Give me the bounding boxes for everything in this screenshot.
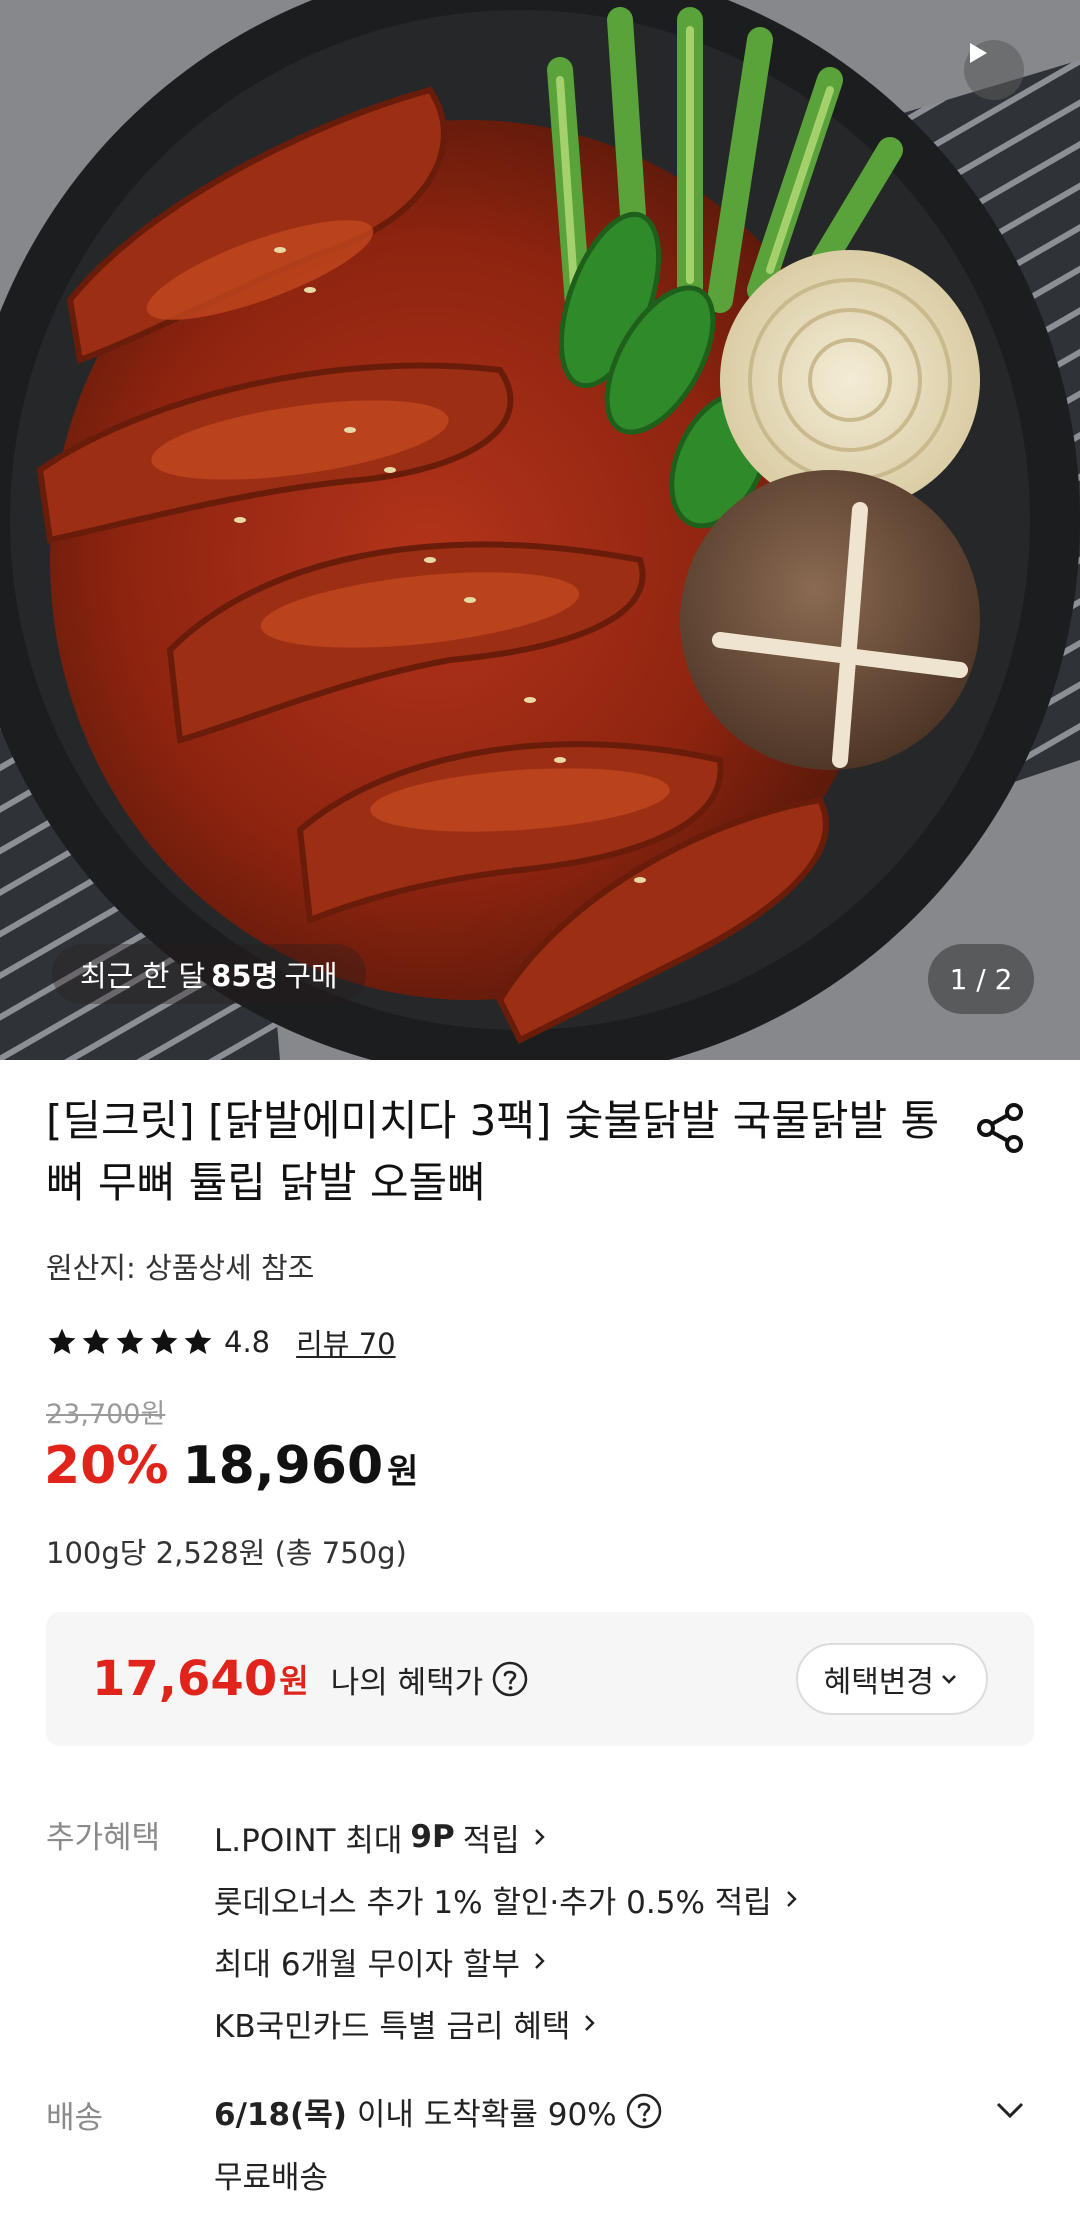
extra-benefits-label: 추가혜택 xyxy=(46,1820,161,1856)
star-icon xyxy=(116,1328,144,1354)
delivery-date: 6/18(목) xyxy=(214,2096,347,2133)
my-benefit-price-box: 17,640 원 나의 혜택가 혜택변경 xyxy=(46,1612,1034,1746)
chevron-right-icon xyxy=(585,2015,596,2031)
benefit-kb-card[interactable]: KB국민카드 특별 금리 혜택 xyxy=(214,1992,802,2054)
sale-price: 18,960 xyxy=(182,1436,384,1496)
share-icon xyxy=(977,1103,1023,1153)
product-title: [딜크릿] [닭발에미치다 3팩] 숯불닭발 국물닭발 통뼈 무뼈 튤립 닭발 … xyxy=(46,1096,940,1207)
chevron-right-icon xyxy=(534,1829,545,1845)
benefit-text: KB국민카드 특별 금리 혜택 xyxy=(214,2008,571,2045)
buyers-suffix: 구매 xyxy=(284,959,338,993)
unit-price: 100g당 2,528원 (총 750g) xyxy=(46,1536,407,1570)
food-photo xyxy=(0,0,1080,1060)
change-benefit-label: 혜택변경 xyxy=(823,1665,934,1700)
origin-info: 원산지: 상품상세 참조 xyxy=(46,1251,315,1285)
benefit-bold: 9P xyxy=(410,1819,455,1855)
image-page-indicator: 1 / 2 xyxy=(928,944,1034,1014)
recent-buyers-badge: 최근 한 달 85명 구매 xyxy=(52,944,366,1004)
review-count-link[interactable]: 리뷰 70 xyxy=(296,1321,395,1363)
rating-value: 4.8 xyxy=(224,1325,271,1359)
benefit-lotte-owners[interactable]: 롯데오너스 추가 1% 할인·추가 0.5% 적립 xyxy=(214,1868,802,1930)
benefit-text: 롯데오너스 추가 1% 할인·추가 0.5% 적립 xyxy=(214,1884,772,1921)
play-icon xyxy=(970,43,987,63)
chevron-down-icon xyxy=(942,1675,956,1684)
star-icon xyxy=(48,1328,76,1354)
share-button[interactable] xyxy=(972,1100,1028,1156)
original-price: 23,700원 xyxy=(46,1399,166,1430)
product-image[interactable]: 최근 한 달 85명 구매 1 / 2 xyxy=(0,0,1080,1060)
price-row: 20% 18,960 원 xyxy=(44,1436,418,1506)
extra-benefits-list: L.POINT 최대 9P 적립 롯데오너스 추가 1% 할인·추가 0.5% … xyxy=(214,1806,802,2054)
buyers-prefix: 최근 한 달 xyxy=(80,959,206,993)
rating-row: 4.8 리뷰 70 xyxy=(46,1320,396,1364)
rating-stars xyxy=(46,1326,214,1358)
delivery-fee: 무료배송 xyxy=(214,2160,329,2196)
delivery-label: 배송 xyxy=(46,2100,104,2136)
change-benefit-button[interactable]: 혜택변경 xyxy=(795,1643,988,1715)
benefit-installment[interactable]: 최대 6개월 무이자 할부 xyxy=(214,1930,802,1992)
chevron-right-icon xyxy=(786,1891,797,1907)
benefit-lpoint[interactable]: L.POINT 최대 9P 적립 xyxy=(214,1806,802,1868)
star-icon xyxy=(150,1328,178,1354)
star-icon xyxy=(184,1328,212,1354)
delivery-expand-button[interactable] xyxy=(990,2090,1030,2130)
star-icon xyxy=(82,1328,110,1354)
sale-price-currency: 원 xyxy=(387,1452,419,1492)
delivery-probability: 이내 도착확률 90% xyxy=(356,2096,617,2133)
discount-rate: 20% xyxy=(44,1436,169,1496)
benefit-suffix: 적립 xyxy=(462,1822,520,1859)
my-benefit-price: 17,640 xyxy=(92,1651,278,1707)
help-icon[interactable] xyxy=(491,1660,529,1698)
chevron-down-icon xyxy=(996,2102,1024,2119)
my-benefit-price-currency: 원 xyxy=(279,1662,309,1700)
play-button[interactable] xyxy=(964,40,1024,100)
my-benefit-label: 나의 혜택가 xyxy=(330,1664,484,1701)
benefit-text: 최대 6개월 무이자 할부 xyxy=(214,1946,520,1983)
chevron-right-icon xyxy=(535,1953,545,1969)
buyers-count: 85명 xyxy=(211,959,279,993)
delivery-estimate: 6/18(목) 이내 도착확률 90% xyxy=(214,2088,663,2134)
benefit-text: L.POINT 최대 xyxy=(214,1822,403,1859)
help-icon[interactable] xyxy=(625,2092,663,2130)
